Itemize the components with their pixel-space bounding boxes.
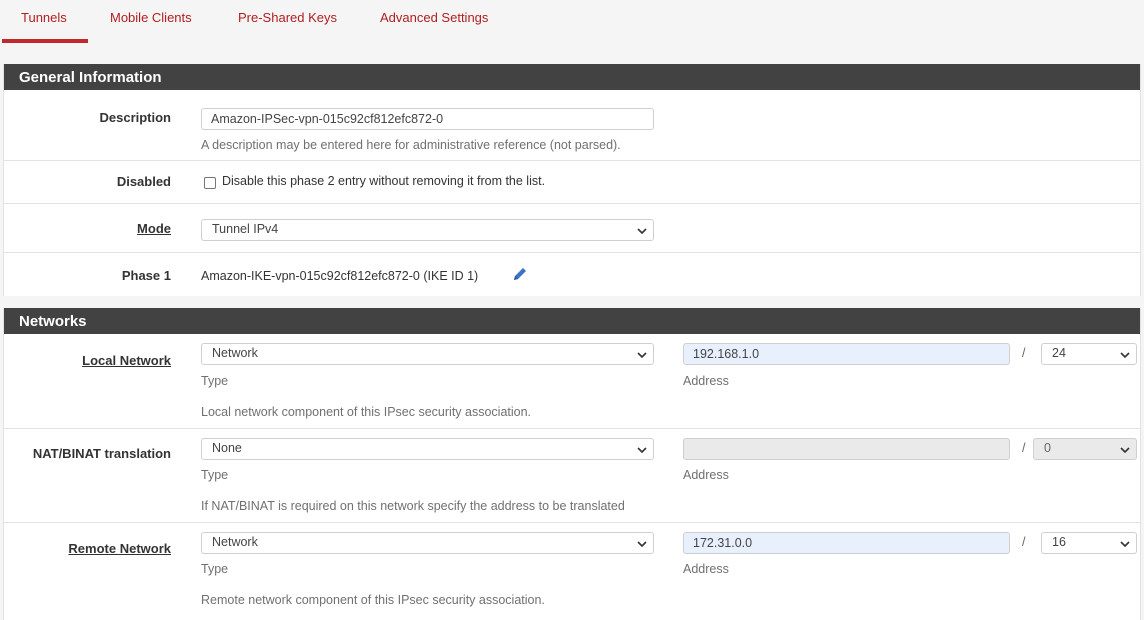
chevron-down-icon [1120,541,1130,548]
description-help: A description may be entered here for ad… [201,138,621,152]
phase1-row: Phase 1 Amazon-IKE-vpn-015c92cf812efc872… [4,253,1140,296]
mode-label[interactable]: Mode [137,221,171,236]
nat-binat-address-help: Address [683,468,729,482]
tab-mobile-clients[interactable]: Mobile Clients [110,10,192,25]
description-row: Description Amazon-IPSec-vpn-015c92cf812… [4,90,1140,161]
remote-network-type-help: Type [201,562,229,576]
nat-binat-label: NAT/BINAT translation [32,446,171,461]
general-information-panel: General Information Description Amazon-I… [3,64,1141,296]
chevron-down-icon [637,447,647,454]
description-input[interactable]: Amazon-IPSec-vpn-015c92cf812efc872-0 [201,108,654,130]
mode-value: Tunnel IPv4 [212,222,279,236]
remote-network-type-value: Network [212,535,258,549]
nat-binat-mask-value: 0 [1044,441,1051,455]
tab-pre-shared-keys[interactable]: Pre-Shared Keys [238,10,337,25]
tab-advanced-settings[interactable]: Advanced Settings [380,10,488,25]
remote-network-slash: / [1022,535,1026,549]
active-tab-indicator [2,39,88,43]
nat-binat-slash: / [1022,441,1026,455]
networks-header: Networks [4,308,1140,334]
nat-binat-mask-select[interactable]: 0 [1033,438,1137,460]
phase1-label: Phase 1 [121,268,171,283]
remote-network-help: Remote network component of this IPsec s… [201,593,545,607]
chevron-down-icon [1120,352,1130,359]
mode-row: Mode Tunnel IPv4 [4,204,1140,253]
general-information-header: General Information [4,64,1140,90]
chevron-down-icon [637,352,647,359]
local-network-address-input[interactable]: 192.168.1.0 [683,343,1010,365]
remote-network-mask-select[interactable]: 16 [1041,532,1137,554]
chevron-down-icon [637,228,647,235]
local-network-help: Local network component of this IPsec se… [201,405,532,419]
remote-network-row: Remote Network Network Type 172.31.0.0 /… [4,523,1140,619]
mode-select[interactable]: Tunnel IPv4 [201,219,654,241]
nat-binat-address-input[interactable] [683,438,1010,460]
nat-binat-type-select[interactable]: None [201,438,654,460]
description-label: Description [99,110,171,125]
disable-checkbox[interactable] [204,177,216,189]
nat-binat-type-value: None [212,441,242,455]
chevron-down-icon [637,541,647,548]
nat-binat-row: NAT/BINAT translation None Type / 0 Addr… [4,429,1140,523]
remote-network-address-input[interactable]: 172.31.0.0 [683,532,1010,554]
remote-network-mask-value: 16 [1052,535,1066,549]
nat-binat-type-help: Type [201,468,229,482]
disabled-row: Disabled Disable this phase 2 entry with… [4,161,1140,204]
disable-checkbox-label: Disable this phase 2 entry without remov… [222,174,546,188]
tab-tunnels[interactable]: Tunnels [21,10,67,25]
local-network-address-help: Address [683,374,729,388]
local-network-mask-value: 24 [1052,346,1066,360]
remote-network-type-select[interactable]: Network [201,532,654,554]
remote-network-label[interactable]: Remote Network [68,541,171,556]
nat-binat-help: If NAT/BINAT is required on this network… [201,499,625,513]
local-network-mask-select[interactable]: 24 [1041,343,1137,365]
pencil-icon[interactable] [511,265,529,283]
remote-network-address-help: Address [683,562,729,576]
local-network-slash: / [1022,346,1026,360]
disabled-label: Disabled [116,174,171,189]
tab-bar: Tunnels Mobile Clients Pre-Shared Keys A… [0,0,1144,44]
local-network-type-select[interactable]: Network [201,343,654,365]
local-network-type-help: Type [201,374,229,388]
local-network-row: Local Network Network Type 192.168.1.0 /… [4,334,1140,429]
local-network-label[interactable]: Local Network [82,353,171,368]
local-network-type-value: Network [212,346,258,360]
chevron-down-icon [1120,447,1130,454]
networks-panel: Networks Local Network Network Type 192.… [3,308,1141,620]
phase1-value: Amazon-IKE-vpn-015c92cf812efc872-0 (IKE … [201,269,479,283]
